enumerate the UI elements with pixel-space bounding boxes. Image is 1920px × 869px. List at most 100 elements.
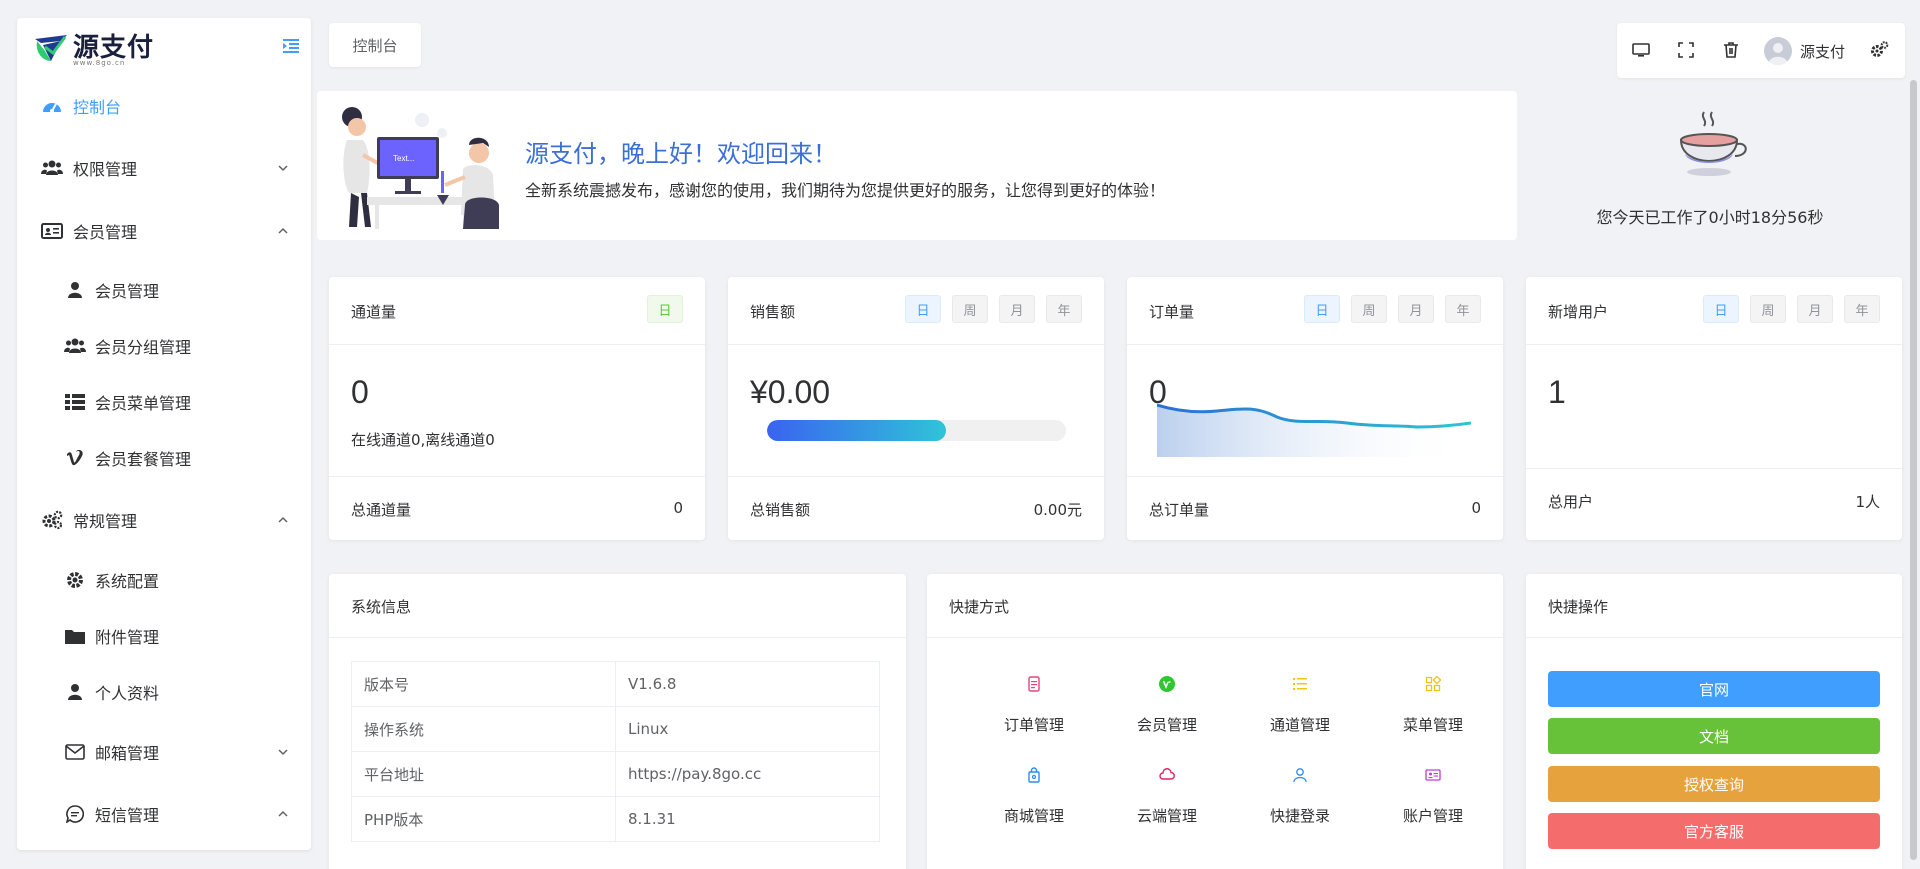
stat-value: 1 xyxy=(1548,374,1566,410)
logo[interactable]: 源支付 www.8go.cn xyxy=(17,18,311,78)
stat-card-orders: 订单量 日 周 月 年 0 总订单量 0 xyxy=(1127,277,1503,540)
sidebar-item-label: 个人资料 xyxy=(95,684,160,703)
shortcut-members[interactable]: 会员管理 xyxy=(1112,676,1222,735)
cloud-icon xyxy=(1159,768,1175,780)
tab-dashboard[interactable]: 控制台 xyxy=(329,23,421,67)
avatar[interactable] xyxy=(1764,37,1792,65)
panel-title: 快捷操作 xyxy=(1548,598,1609,616)
sidebar-item-general[interactable]: 常规管理 xyxy=(17,498,311,542)
chevron-up-icon xyxy=(278,227,288,234)
page-scrollbar[interactable] xyxy=(1910,80,1917,860)
sidebar-item-member-menus[interactable]: 会员菜单管理 xyxy=(17,380,311,424)
stat-value: 0 xyxy=(351,374,369,410)
table-value: V1.6.8 xyxy=(615,661,880,707)
logo-text: 源支付 xyxy=(73,33,155,63)
sidebar-item-dashboard[interactable]: 控制台 xyxy=(17,84,311,128)
license-query-button[interactable]: 授权查询 xyxy=(1548,766,1880,802)
period-tag-week[interactable]: 周 xyxy=(1351,295,1387,323)
card-title: 新增用户 xyxy=(1548,303,1609,321)
card-title: 通道量 xyxy=(351,303,397,321)
foot-label: 总通道量 xyxy=(351,501,412,519)
account-card-icon xyxy=(1425,769,1441,781)
sidebar-item-mail[interactable]: 邮箱管理 xyxy=(17,730,311,774)
shortcut-menus[interactable]: 菜单管理 xyxy=(1378,675,1488,735)
sidebar-item-sms[interactable]: 短信管理 xyxy=(17,792,311,836)
period-tag-month[interactable]: 月 xyxy=(1797,295,1833,323)
id-card-icon xyxy=(41,221,63,241)
sidebar-item-member-management[interactable]: 会员管理 xyxy=(17,268,311,312)
sidebar-item-label: 会员套餐管理 xyxy=(95,450,192,469)
official-site-button[interactable]: 官网 xyxy=(1548,671,1880,707)
period-tag-week[interactable]: 周 xyxy=(952,295,988,323)
collapse-menu-icon[interactable] xyxy=(281,36,301,56)
shortcut-label: 通道管理 xyxy=(1269,716,1330,734)
sidebar-item-label: 常规管理 xyxy=(73,512,138,531)
shortcut-cloud[interactable]: 云端管理 xyxy=(1112,767,1222,826)
user-icon xyxy=(64,682,86,702)
sidebar-item-profile[interactable]: 个人资料 xyxy=(17,670,311,714)
shortcut-shop[interactable]: 商城管理 xyxy=(979,767,1089,826)
monitor-icon[interactable] xyxy=(1631,40,1651,60)
foot-label: 总订单量 xyxy=(1149,501,1210,519)
shortcuts-panel: 快捷方式 订单管理 会员管理 通道管理 菜单管理 商城管理 云端管理 快捷登录 … xyxy=(927,574,1503,869)
foot-value: 0.00元 xyxy=(1033,501,1082,519)
table-key: 版本号 xyxy=(351,661,616,707)
period-tag-day[interactable]: 日 xyxy=(905,295,941,323)
sidebar-item-label: 邮箱管理 xyxy=(95,744,160,763)
panel-title: 系统信息 xyxy=(351,598,412,616)
shortcut-accounts[interactable]: 账户管理 xyxy=(1378,767,1488,826)
shortcut-label: 商城管理 xyxy=(1003,807,1064,825)
users-icon xyxy=(41,158,63,178)
sidebar-item-label: 系统配置 xyxy=(95,572,160,591)
settings-cogs-icon[interactable] xyxy=(1869,40,1889,60)
card-title: 订单量 xyxy=(1149,303,1195,321)
sales-progress-bar xyxy=(767,420,1066,441)
period-tag-month[interactable]: 月 xyxy=(1398,295,1434,323)
sidebar-item-member-groups[interactable]: 会员分组管理 xyxy=(17,324,311,368)
official-support-button[interactable]: 官方客服 xyxy=(1548,813,1880,849)
period-tag-month[interactable]: 月 xyxy=(999,295,1035,323)
fullscreen-icon[interactable] xyxy=(1676,40,1696,60)
period-tag-day[interactable]: 日 xyxy=(1304,295,1340,323)
quick-actions-panel: 快捷操作 官网 文档 授权查询 官方客服 xyxy=(1526,574,1902,869)
shortcut-label: 会员管理 xyxy=(1136,716,1197,734)
period-tag-day[interactable]: 日 xyxy=(1703,295,1739,323)
worktime-panel: 您今天已工作了0小时18分56秒 xyxy=(1540,108,1880,238)
shortcut-label: 菜单管理 xyxy=(1402,716,1463,734)
sidebar-item-member-packages[interactable]: 会员套餐管理 xyxy=(17,436,311,480)
docs-button[interactable]: 文档 xyxy=(1548,718,1880,754)
period-tag-year[interactable]: 年 xyxy=(1046,295,1082,323)
sidebar-item-system-config[interactable]: 系统配置 xyxy=(17,558,311,602)
welcome-title: 源支付，晚上好！欢迎回来！ xyxy=(525,140,837,168)
card-title: 销售额 xyxy=(750,303,796,321)
channel-list-icon xyxy=(1293,678,1307,690)
table-value: Linux xyxy=(615,706,880,752)
table-key: 平台地址 xyxy=(351,751,616,797)
sidebar-item-attachments[interactable]: 附件管理 xyxy=(17,614,311,658)
menu-grid-icon xyxy=(1425,675,1442,692)
table-value: 8.1.31 xyxy=(615,796,880,842)
table-key: PHP版本 xyxy=(351,796,616,842)
period-tag-year[interactable]: 年 xyxy=(1844,295,1880,323)
panel-title: 快捷方式 xyxy=(949,598,1010,616)
shortcut-orders[interactable]: 订单管理 xyxy=(979,676,1089,735)
svg-text:Text...: Text... xyxy=(393,154,414,163)
sidebar-item-permissions[interactable]: 权限管理 xyxy=(17,146,311,190)
list-icon xyxy=(64,392,86,412)
system-info-panel: 系统信息 版本号 V1.6.8 操作系统 Linux 平台地址 https://pay… xyxy=(329,574,906,869)
sidebar: 源支付 www.8go.cn 控制台 权限管理 会员管理 会员管理 会员分组管理… xyxy=(17,18,311,850)
system-info-table: 版本号 V1.6.8 操作系统 Linux 平台地址 https://pay.8go.… xyxy=(351,661,880,842)
mail-icon xyxy=(64,742,86,762)
period-tag-year[interactable]: 年 xyxy=(1445,295,1481,323)
shortcut-quick-login[interactable]: 快捷登录 xyxy=(1245,767,1355,826)
period-tag-day[interactable]: 日 xyxy=(647,295,683,323)
username[interactable]: 源支付 xyxy=(1800,41,1845,62)
sidebar-item-members[interactable]: 会员管理 xyxy=(17,209,311,253)
table-key: 操作系统 xyxy=(351,706,616,752)
shortcut-channels[interactable]: 通道管理 xyxy=(1245,676,1355,735)
period-tag-week[interactable]: 周 xyxy=(1750,295,1786,323)
trash-icon[interactable] xyxy=(1721,40,1741,60)
dashboard-icon xyxy=(41,96,63,116)
shop-icon xyxy=(1028,767,1040,783)
chevron-up-icon xyxy=(278,810,288,817)
